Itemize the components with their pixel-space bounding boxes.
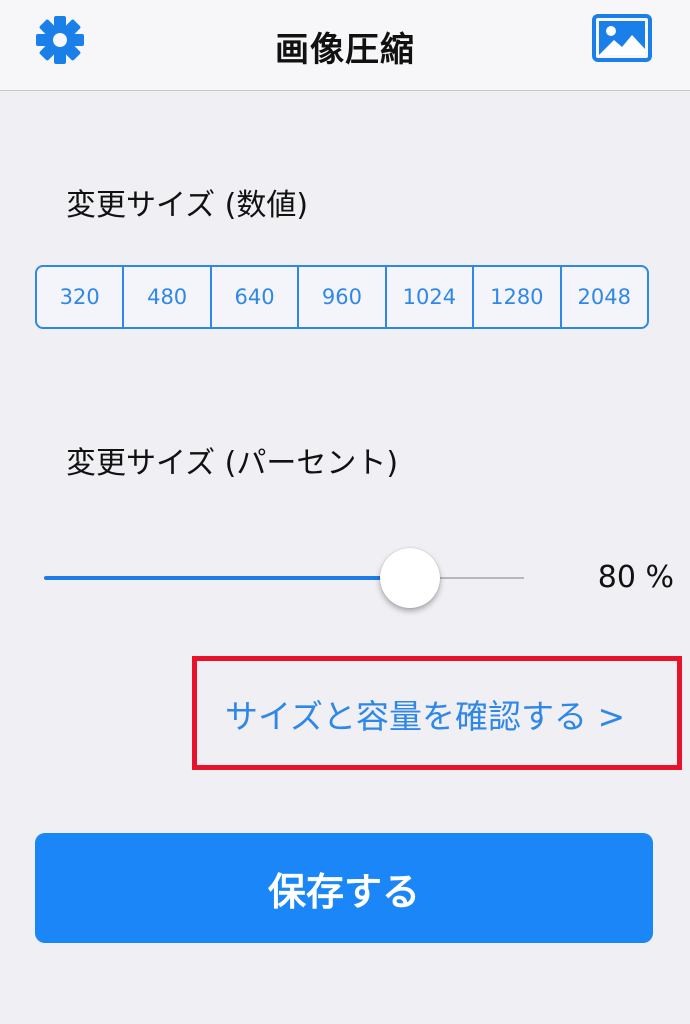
size-segmented-control: 320 480 640 960 1024 1280 2048 [35,265,649,329]
size-option-480[interactable]: 480 [124,267,212,327]
size-option-640[interactable]: 640 [212,267,300,327]
save-button[interactable]: 保存する [35,833,653,943]
numeric-size-label: 変更サイズ (数値) [66,188,309,223]
slider-track-fill [44,576,410,580]
check-size-link[interactable]: サイズと容量を確認する > [225,690,625,738]
size-option-960[interactable]: 960 [299,267,387,327]
percent-value: 80 % [597,560,674,595]
percent-size-label: 変更サイズ (パーセント) [66,446,399,481]
navigation-bar: 画像圧縮 [0,0,690,91]
size-option-2048[interactable]: 2048 [562,267,647,327]
page-title: 画像圧縮 [275,30,415,70]
slider-thumb[interactable] [380,548,440,608]
size-option-320[interactable]: 320 [37,267,125,327]
percent-slider[interactable] [44,548,524,608]
size-option-1024[interactable]: 1024 [387,267,475,327]
photo-icon[interactable] [592,14,652,62]
size-option-1280[interactable]: 1280 [474,267,562,327]
